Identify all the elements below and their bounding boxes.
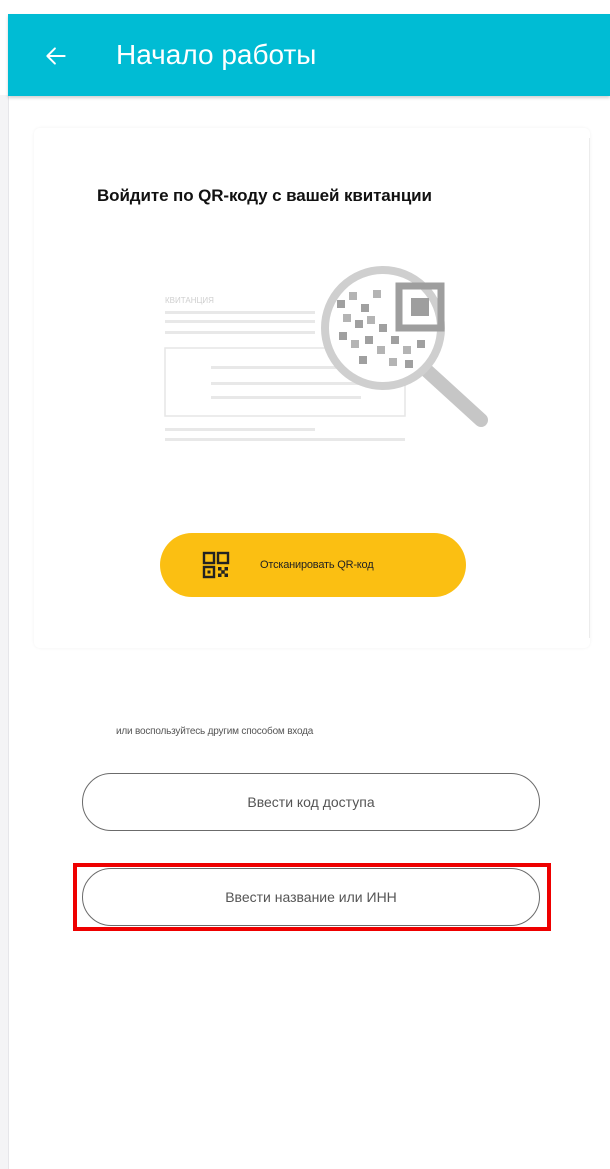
enter-name-or-inn-button[interactable]: Ввести название или ИНН xyxy=(82,868,540,926)
qr-login-card: Войдите по QR-коду с вашей квитанции КВИ… xyxy=(34,128,590,648)
alternative-login-hint: или воспользуйтесь другим способом входа xyxy=(116,726,314,737)
scan-qr-button[interactable]: Отсканировать QR-код xyxy=(160,533,466,597)
enter-name-or-inn-label: Ввести название или ИНН xyxy=(225,889,397,905)
qr-login-heading: Войдите по QR-коду с вашей квитанции xyxy=(97,186,432,205)
arrow-left-icon xyxy=(46,47,66,65)
qr-code-icon xyxy=(202,551,230,579)
start-screen: Начало работы Войдите по QR-коду с вашей… xyxy=(0,0,610,1169)
left-edge-strip xyxy=(0,95,9,1169)
back-button[interactable] xyxy=(36,36,76,76)
card-divider xyxy=(589,138,590,638)
page-title: Начало работы xyxy=(116,39,317,70)
enter-access-code-button[interactable]: Ввести код доступа xyxy=(82,773,540,831)
receipt-scan-illustration: КВИТАНЦИЯ xyxy=(164,266,488,441)
scan-qr-label: Отсканировать QR-код xyxy=(260,559,374,571)
enter-access-code-label: Ввести код доступа xyxy=(247,794,375,810)
app-bar: Начало работы xyxy=(8,14,610,96)
receipt-label: КВИТАНЦИЯ xyxy=(165,296,214,305)
